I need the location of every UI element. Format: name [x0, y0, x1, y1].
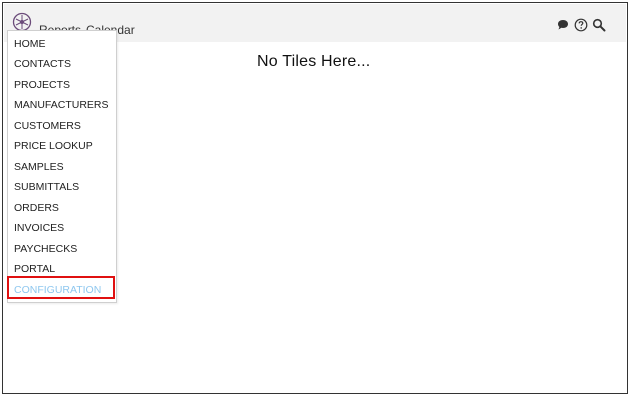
help-icon[interactable] — [574, 18, 588, 32]
menu-item-portal[interactable]: PORTAL — [14, 263, 55, 276]
menu-item-manufacturers[interactable]: MANUFACTURERS — [14, 99, 109, 112]
menu-item-submittals[interactable]: SUBMITTALS — [14, 181, 79, 194]
menu-item-projects[interactable]: PROJECTS — [14, 79, 70, 92]
menu-item-invoices[interactable]: INVOICES — [14, 222, 64, 235]
empty-tiles-message: No Tiles Here... — [257, 53, 371, 70]
logo-icon[interactable] — [12, 12, 32, 32]
header-icons — [556, 17, 606, 33]
menu-item-samples[interactable]: SAMPLES — [14, 161, 64, 174]
menu-item-customers[interactable]: CUSTOMERS — [14, 120, 81, 133]
menu-item-orders[interactable]: ORDERS — [14, 202, 59, 215]
search-icon[interactable] — [592, 18, 606, 32]
configuration-highlight-box — [7, 276, 115, 299]
menu-item-paychecks[interactable]: PAYCHECKS — [14, 243, 77, 256]
menu-item-home[interactable]: HOME — [14, 38, 46, 51]
menu-item-price-lookup[interactable]: PRICE LOOKUP — [14, 140, 93, 153]
menu-item-contacts[interactable]: CONTACTS — [14, 58, 71, 71]
navigation-dropdown-menu: HOME CONTACTS PROJECTS MANUFACTURERS CUS… — [7, 30, 117, 303]
chat-icon[interactable] — [556, 18, 570, 32]
